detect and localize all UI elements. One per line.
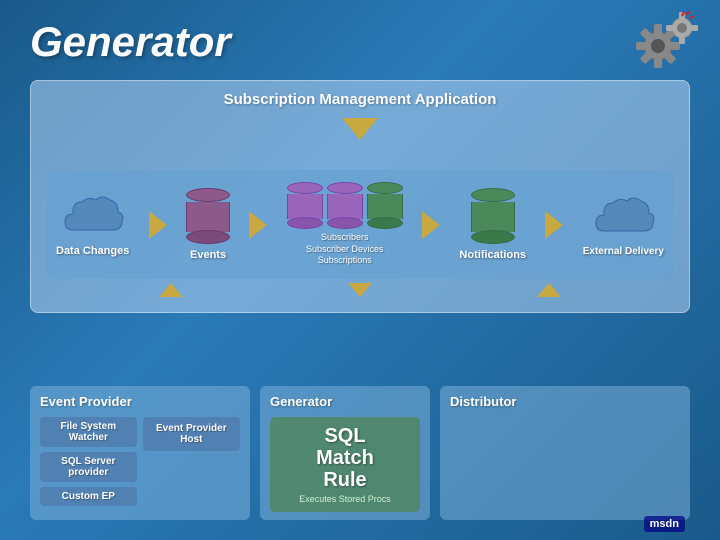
arrow-up-1 [159,283,183,297]
down-arrow-top [46,118,674,140]
subscription-box-title: Subscription Management Application [46,91,674,108]
bottom-arrows [46,283,674,297]
arrow-right-1 [149,211,167,239]
gear-icon [620,8,700,78]
event-provider-host: Event Provider Host [143,417,240,451]
subscription-box: Subscription Management Application Data… [30,80,690,313]
notifications-section: Notifications [459,188,526,261]
msdn-badge: msdn [644,516,685,532]
file-system-watcher: File System Watcher [40,417,137,447]
custom-ep: Custom EP [40,487,137,506]
arrow-right-4 [545,211,563,239]
arrow-right-3 [422,211,440,239]
distributor-box: Distributor [440,386,690,520]
subscribers-cylinders [287,182,403,229]
generator-title: Generator [270,394,420,409]
event-provider-box: Event Provider File System Watcher SQL S… [30,386,250,520]
ep-left-items: File System Watcher SQL Server provider … [40,417,137,506]
subscriber-cylinder-2 [327,182,363,229]
events-section: Events [186,188,230,261]
executes-stored-procs: Executes Stored Procs [278,494,412,504]
distributor-title: Distributor [450,394,680,409]
subscriber-cylinder-3 [367,182,403,229]
sql-match-rule: SQL Match Rule [278,425,412,491]
external-delivery-section: External Delivery [583,193,664,257]
arrow-down-1 [348,283,372,297]
data-changes-cloud-icon [60,192,125,240]
event-provider-inner: File System Watcher SQL Server provider … [40,417,240,506]
arrow-up-2 [537,283,561,297]
inner-row: Data Changes Events [46,170,674,279]
subscribers-label: Subscribers Subscriber Devices Subscript… [306,232,384,267]
page-title: Generator [30,18,231,66]
events-label: Events [190,249,226,261]
external-delivery-label: External Delivery [583,246,664,257]
subscriber-cylinder-1 [287,182,323,229]
subscribers-section: Subscribers Subscriber Devices Subscript… [287,182,403,267]
data-changes-section: Data Changes [56,192,129,257]
generator-box: Generator SQL Match Rule Executes Stored… [260,386,430,520]
sql-server-provider: SQL Server provider [40,452,137,482]
arrow-right-2 [249,211,267,239]
notifications-label: Notifications [459,249,526,261]
external-delivery-cloud-icon [591,193,656,241]
event-provider-title: Event Provider [40,394,240,409]
bottom-section: Event Provider File System Watcher SQL S… [30,386,690,520]
generator-inner: SQL Match Rule Executes Stored Procs [270,417,420,512]
data-changes-label: Data Changes [56,245,129,257]
